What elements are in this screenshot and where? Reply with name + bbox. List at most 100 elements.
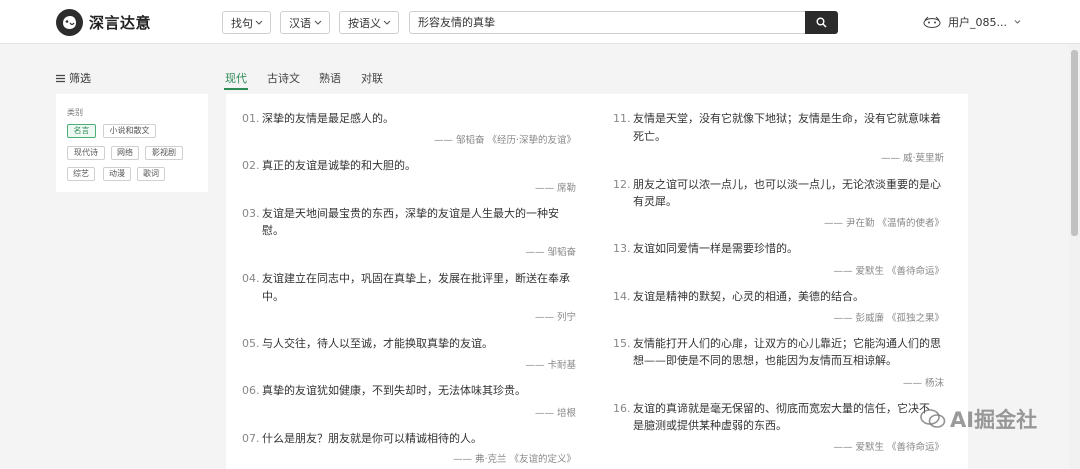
tab-modern[interactable]: 现代 <box>225 70 247 86</box>
match-type-dropdown[interactable]: 按语义 <box>339 11 399 34</box>
list-item[interactable]: 02. 真正的友谊是诚挚的和大胆的。 <box>242 157 416 175</box>
top-bar: 深言达意 找句 汉语 按语义 形容友情的真挚 用户_085... <box>0 0 1080 44</box>
user-name: 用户_085... <box>948 16 1007 29</box>
quote-text: 什么是朋友？朋友就是你可以精诚相待的人。 <box>262 432 482 445</box>
tag-novels-essays[interactable]: 小说和散文 <box>103 124 156 138</box>
item-number: 06. <box>242 384 260 397</box>
item-number: 04. <box>242 272 260 285</box>
tag-anime[interactable]: 动漫 <box>103 167 131 181</box>
quote-text: 友谊是精神的默契，心灵的相通，美德的结合。 <box>633 290 864 303</box>
item-number: 01. <box>242 112 260 125</box>
chevron-down-icon <box>255 20 263 25</box>
quote-text-continued: 是臆测或提供某种虚弱的东西。 <box>633 419 787 432</box>
watermark: AI掘金社 <box>920 404 1037 434</box>
chevron-down-icon <box>1014 20 1021 24</box>
scrollbar-thumb[interactable] <box>1071 50 1078 236</box>
filter-toggle[interactable]: 筛选 <box>56 70 91 86</box>
quote-text-continued: 中。 <box>262 290 284 303</box>
tag-quotes[interactable]: 名言 <box>67 124 96 138</box>
tab-couplets[interactable]: 对联 <box>361 70 383 86</box>
search-icon <box>816 17 827 28</box>
list-item[interactable]: 14. 友谊是精神的默契，心灵的相通，美德的结合。 <box>613 288 864 306</box>
watermark-text: AI掘金社 <box>950 408 1038 432</box>
item-number: 13. <box>613 242 631 255</box>
avatar <box>923 16 941 28</box>
tag-lyrics[interactable]: 歌词 <box>137 167 165 181</box>
list-item[interactable]: 12. 朋友之谊可以浓一点儿，也可以淡一点儿，无论浓淡重要的是心 <box>613 176 941 194</box>
quote-text: 友谊如同爱情一样是需要珍惜的。 <box>633 242 798 255</box>
quote-text-continued: 慰。 <box>262 224 284 237</box>
quote-source: —— 弗·克兰 《友谊的定义》 <box>452 454 576 465</box>
tag-modern-poetry[interactable]: 现代诗 <box>67 146 105 160</box>
quote-text: 友谊建立在同志中，巩固在真挚上，发展在批评里，断送在奉承 <box>262 272 570 285</box>
item-number: 15. <box>613 337 631 350</box>
quote-text: 友情是天堂，没有它就像下地狱；友情是生命，没有它就意味着 <box>633 112 941 125</box>
quote-source: —— 邹韬奋 <box>525 247 576 258</box>
quote-source: —— 列宁 <box>534 312 576 323</box>
quote-text: 真正的友谊是诚挚的和大胆的。 <box>262 159 416 172</box>
wechat-icon <box>920 409 946 428</box>
tab-idioms[interactable]: 熟语 <box>319 70 341 86</box>
filter-panel: 类别 名言 小说和散文 现代诗 网络 影视剧 综艺 动漫 歌词 <box>56 94 208 192</box>
quote-text: 深挚的友情是最足感人的。 <box>262 112 394 125</box>
language-dropdown[interactable]: 汉语 <box>280 11 330 34</box>
quote-text-continued: 想——即使是不同的思想，也能因为友情而互相谅解。 <box>633 354 897 367</box>
list-item[interactable]: 06. 真挚的友谊犹如健康，不到失却时，无法体味其珍贵。 <box>242 382 526 400</box>
search-mode-label: 找句 <box>231 16 253 30</box>
logo-text: 深言达意 <box>89 13 152 32</box>
tag-variety[interactable]: 综艺 <box>67 167 95 181</box>
list-item[interactable]: 13. 友谊如同爱情一样是需要珍惜的。 <box>613 240 798 258</box>
user-menu[interactable]: 用户_085... <box>922 13 1022 31</box>
quote-source: —— 爱默生 《善待命运》 <box>833 442 944 453</box>
language-label: 汉语 <box>289 16 311 30</box>
category-label: 类别 <box>67 108 83 117</box>
list-item[interactable]: 15. 友情能打开人们的心扉，让双方的心儿靠近；它能沟通人们的思 <box>613 335 941 353</box>
list-item[interactable]: 07. 什么是朋友？朋友就是你可以精诚相待的人。 <box>242 430 482 448</box>
quote-source: —— 培根 <box>534 408 576 419</box>
quote-text: 与人交往，待人以至诚，才能换取真挚的友谊。 <box>262 337 493 350</box>
item-number: 11. <box>613 112 631 125</box>
list-item[interactable]: 05. 与人交往，待人以至诚，才能换取真挚的友谊。 <box>242 335 493 353</box>
quote-source: —— 席勒 <box>534 183 576 194</box>
list-item[interactable]: 03. 友谊是天地间最宝贵的东西，深挚的友谊是人生最大的一种安 <box>242 205 559 223</box>
quote-text-continued: 有灵犀。 <box>633 195 677 208</box>
quote-source: —— 杨沫 <box>902 378 944 389</box>
logo-icon <box>56 8 83 36</box>
search-input[interactable]: 形容友情的真挚 <box>409 11 806 34</box>
chevron-down-icon <box>314 20 322 25</box>
quote-text: 友情能打开人们的心扉，让双方的心儿靠近；它能沟通人们的思 <box>633 337 941 350</box>
menu-icon <box>56 74 65 82</box>
quote-text: 朋友之谊可以浓一点儿，也可以淡一点儿，无论浓淡重要的是心 <box>633 178 941 191</box>
search-button[interactable] <box>805 11 838 34</box>
quote-text: 友谊的真谛就是毫无保留的、彻底而宽宏大量的信任，它决不 <box>633 402 930 415</box>
item-number: 03. <box>242 207 260 220</box>
results-panel: 01. 深挚的友情是最足感人的。 —— 邹韬奋 《经历·深挚的友谊》 02. 真正的… <box>226 94 968 469</box>
quote-source: —— 彭威廉 《孤独之果》 <box>833 313 944 324</box>
list-item[interactable]: 16. 友谊的真谛就是毫无保留的、彻底而宽宏大量的信任，它决不 <box>613 400 930 418</box>
item-number: 16. <box>613 402 631 415</box>
quote-source: —— 尹在勤 《温情的使者》 <box>823 218 944 229</box>
quote-source: —— 威·莫里斯 <box>880 153 944 164</box>
list-item[interactable]: 04. 友谊建立在同志中，巩固在真挚上，发展在批评里，断送在奉承 <box>242 270 570 288</box>
item-number: 02. <box>242 159 260 172</box>
quote-text-continued: 死亡。 <box>633 130 666 143</box>
filter-title: 筛选 <box>69 72 91 85</box>
active-tab-indicator <box>224 88 248 90</box>
list-item[interactable]: 01. 深挚的友情是最足感人的。 <box>242 110 394 128</box>
logo[interactable]: 深言达意 <box>56 8 151 36</box>
item-number: 05. <box>242 337 260 350</box>
quote-source: —— 邹韬奋 《经历·深挚的友谊》 <box>433 135 576 146</box>
item-number: 14. <box>613 290 631 303</box>
item-number: 12. <box>613 178 631 191</box>
chevron-down-icon <box>383 20 391 25</box>
quote-text: 友谊是天地间最宝贵的东西，深挚的友谊是人生最大的一种安 <box>262 207 559 220</box>
item-number: 07. <box>242 432 260 445</box>
search-mode-dropdown[interactable]: 找句 <box>222 11 271 34</box>
quote-source: —— 爱默生 《善待命运》 <box>833 266 944 277</box>
tag-film-tv[interactable]: 影视剧 <box>145 146 183 160</box>
list-item[interactable]: 11. 友情是天堂，没有它就像下地狱；友情是生命，没有它就意味着 <box>613 110 941 128</box>
tag-internet[interactable]: 网络 <box>111 146 139 160</box>
tab-classical[interactable]: 古诗文 <box>267 70 300 86</box>
match-type-label: 按语义 <box>348 16 381 30</box>
quote-text: 真挚的友谊犹如健康，不到失却时，无法体味其珍贵。 <box>262 384 526 397</box>
